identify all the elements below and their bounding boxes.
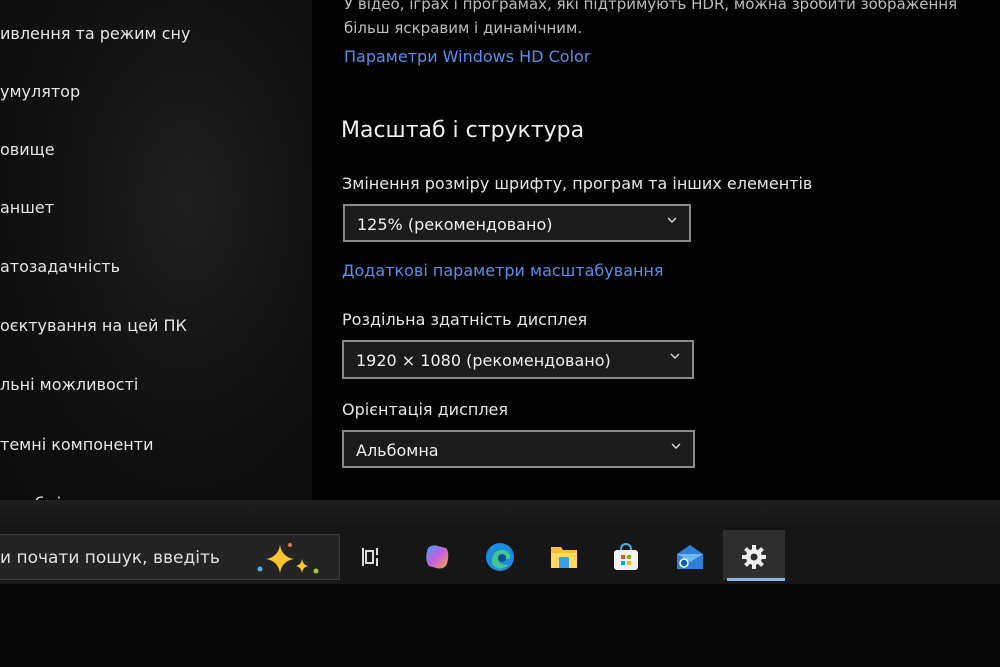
- scale-label: Змінення розміру шрифту, програм та інши…: [342, 174, 813, 193]
- taskbar-search-box[interactable]: и почати пошук, введіть: [0, 534, 340, 580]
- display-settings-panel: У відео, іграх і програмах, які підтриму…: [312, 0, 1000, 500]
- sidebar-item-battery[interactable]: умулятор: [0, 82, 80, 101]
- orientation-label: Орієнтація дисплея: [342, 400, 509, 419]
- resolution-label: Роздільна здатність дисплея: [342, 310, 588, 329]
- settings-sidebar: ивлення та режим сну умулятор овище анше…: [0, 0, 312, 505]
- scale-value: 125% (рекомендовано): [357, 215, 553, 234]
- task-view-icon[interactable]: [354, 540, 388, 574]
- hdr-description: У відео, іграх і програмах, які підтриму…: [344, 0, 958, 37]
- sidebar-item-projecting[interactable]: оєктування на цей ПК: [0, 316, 187, 335]
- chevron-down-icon: [667, 217, 677, 223]
- edge-icon[interactable]: [483, 540, 517, 574]
- orientation-value: Альбомна: [356, 441, 439, 460]
- search-placeholder: и почати пошук, введіть: [0, 548, 220, 568]
- sidebar-item-power-sleep[interactable]: ивлення та режим сну: [0, 24, 190, 43]
- active-app-indicator: [727, 578, 785, 581]
- chevron-down-icon: [671, 443, 681, 449]
- copilot-icon[interactable]: [420, 540, 454, 574]
- copilot-sparkle-icon[interactable]: [250, 541, 330, 577]
- resolution-dropdown[interactable]: 1920 × 1080 (рекомендовано): [342, 340, 694, 379]
- hdr-color-link[interactable]: Параметри Windows HD Color: [344, 47, 590, 66]
- chevron-down-icon: [670, 353, 680, 359]
- sidebar-item-shared-experiences[interactable]: льні можливості: [0, 375, 138, 394]
- taskbar: и почати пошук, введіть: [0, 530, 1000, 584]
- advanced-scaling-link[interactable]: Додаткові параметри масштабування: [342, 261, 664, 280]
- resolution-value: 1920 × 1080 (рекомендовано): [356, 351, 611, 370]
- mail-icon[interactable]: [673, 540, 707, 574]
- sidebar-item-tablet[interactable]: аншет: [0, 198, 54, 217]
- orientation-dropdown[interactable]: Альбомна: [342, 430, 695, 468]
- sidebar-item-system-components[interactable]: темні компоненти: [0, 435, 153, 454]
- settings-icon[interactable]: [737, 540, 771, 574]
- sidebar-item-multitasking[interactable]: атозадачність: [0, 257, 120, 276]
- section-title: Масштаб і структура: [341, 118, 585, 143]
- file-explorer-icon[interactable]: [547, 540, 581, 574]
- store-icon[interactable]: [609, 540, 643, 574]
- sidebar-item-storage[interactable]: овище: [0, 140, 55, 159]
- desktop-strip: [0, 500, 1000, 532]
- scale-dropdown[interactable]: 125% (рекомендовано): [343, 204, 691, 242]
